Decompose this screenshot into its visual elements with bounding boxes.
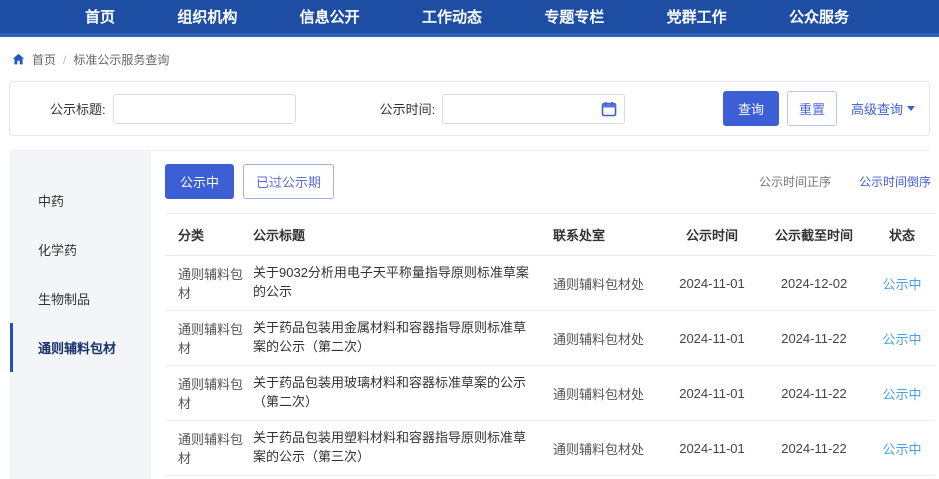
main-panel: 公示中 已过公示期 公示时间正序 公示时间倒序 分类 公示标题 联系处室 公示时… [151,151,939,479]
sidebar-item-tcm[interactable]: 中药 [10,176,151,225]
tab-in-publicity[interactable]: 公示中 [165,164,234,199]
nav-item-party-work[interactable]: 党群工作 [667,6,727,27]
nav-item-public-service[interactable]: 公众服务 [789,6,849,27]
cell-category: 通则辅料包材 [165,311,253,366]
header-category: 分类 [165,214,253,256]
sidebar-item-biologics[interactable]: 生物制品 [10,274,151,323]
nav-item-work-news[interactable]: 工作动态 [422,6,482,27]
table-row: 通则辅料包材 关于药品包装用玻璃材料和容器标准草案的公示（第二次） 通则辅料包材… [165,366,935,421]
advanced-query-link[interactable]: 高级查询 [851,99,915,118]
nav-item-special-topics[interactable]: 专题专栏 [544,6,604,27]
header-title: 公示标题 [253,214,553,256]
cell-department: 通则辅料包材处 [553,476,665,479]
nav-item-home[interactable]: 首页 [85,6,115,27]
query-button[interactable]: 查询 [723,91,779,126]
publicity-table: 分类 公示标题 联系处室 公示时间 公示截至时间 状态 通则辅料包材 关于903… [165,213,935,479]
list-toolbar: 公示中 已过公示期 公示时间正序 公示时间倒序 [165,164,935,199]
title-field-label: 公示标题: [50,99,106,118]
table-row: 通则辅料包材 关于9032分析用电子天平称量指导原则标准草案的公示 通则辅料包材… [165,256,935,311]
cell-end-date: 2024-12-02 [759,256,869,311]
reset-button[interactable]: 重置 [787,91,837,126]
breadcrumb: 首页 / 标准公示服务查询 [0,37,939,79]
time-field-label: 公示时间: [380,99,436,118]
content-area: 中药 化学药 生物制品 通则辅料包材 公示中 已过公示期 公示时间正序 公示时间… [10,150,930,479]
sidebar-item-chemical-drugs[interactable]: 化学药 [10,225,151,274]
cell-start-date: 2024-11-01 [665,421,759,476]
nav-item-organization[interactable]: 组织机构 [177,6,237,27]
nav-item-info-disclosure[interactable]: 信息公开 [300,6,360,27]
home-icon[interactable] [12,53,25,66]
top-navigation: 首页 组织机构 信息公开 工作动态 专题专栏 党群工作 公众服务 [0,0,939,37]
status-badge[interactable]: 公示中 [882,387,921,402]
table-header-row: 分类 公示标题 联系处室 公示时间 公示截至时间 状态 [165,214,935,256]
cell-category: 通则辅料包材 [165,256,253,311]
sort-links: 公示时间正序 公示时间倒序 [759,173,935,190]
cell-title-link[interactable]: 关于药品包装用玻璃材料和容器标准草案的公示（第二次） [253,366,553,421]
search-panel: 公示标题: 公示时间: 查询 重置 高级查询 [9,81,930,136]
cell-title-link[interactable]: 关于药品包装用塑料材料和容器指导原则标准草案的公示（第三次） [253,421,553,476]
cell-end-date: 2024-11-22 [759,476,869,479]
breadcrumb-home[interactable]: 首页 [32,51,56,68]
cell-category: 通则辅料包材 [165,366,253,421]
sort-time-descending[interactable]: 公示时间倒序 [859,173,931,190]
cell-department: 通则辅料包材处 [553,421,665,476]
sidebar-item-general-excipients-packaging[interactable]: 通则辅料包材 [10,323,151,372]
table-row: 通则辅料包材 关于药品包装用金属材料和容器指导原则标准草案的公示（第二次） 通则… [165,311,935,366]
table-row: 通则辅料包材 关于药品包装用橡胶密封件指导原则标准草案的公示（第二次） 通则辅料… [165,476,935,479]
advanced-query-label: 高级查询 [851,99,903,118]
sort-time-ascending[interactable]: 公示时间正序 [759,173,831,190]
cell-category: 通则辅料包材 [165,476,253,479]
cell-start-date: 2024-11-01 [665,311,759,366]
cell-end-date: 2024-11-22 [759,421,869,476]
cell-department: 通则辅料包材处 [553,311,665,366]
status-badge[interactable]: 公示中 [882,277,921,292]
header-end-date: 公示截至时间 [759,214,869,256]
cell-title-link[interactable]: 关于9032分析用电子天平称量指导原则标准草案的公示 [253,256,553,311]
table-row: 通则辅料包材 关于药品包装用塑料材料和容器指导原则标准草案的公示（第三次） 通则… [165,421,935,476]
title-input[interactable] [113,94,296,124]
cell-start-date: 2024-11-01 [665,256,759,311]
calendar-icon[interactable] [601,101,617,117]
status-badge[interactable]: 公示中 [882,442,921,457]
header-start-date: 公示时间 [665,214,759,256]
cell-category: 通则辅料包材 [165,421,253,476]
header-department: 联系处室 [553,214,665,256]
cell-end-date: 2024-11-22 [759,311,869,366]
breadcrumb-separator: / [63,53,66,67]
chevron-down-icon [907,106,915,111]
time-input[interactable] [442,94,625,124]
breadcrumb-current: 标准公示服务查询 [73,51,169,68]
cell-start-date: 2024-11-01 [665,366,759,421]
cell-title-link[interactable]: 关于药品包装用橡胶密封件指导原则标准草案的公示（第二次） [253,476,553,479]
header-status: 状态 [869,214,935,256]
cell-department: 通则辅料包材处 [553,256,665,311]
cell-end-date: 2024-11-22 [759,366,869,421]
cell-department: 通则辅料包材处 [553,366,665,421]
cell-start-date: 2024-11-01 [665,476,759,479]
tab-expired-publicity[interactable]: 已过公示期 [243,164,334,199]
cell-title-link[interactable]: 关于药品包装用金属材料和容器指导原则标准草案的公示（第二次） [253,311,553,366]
category-sidebar: 中药 化学药 生物制品 通则辅料包材 [10,151,151,479]
status-badge[interactable]: 公示中 [882,332,921,347]
